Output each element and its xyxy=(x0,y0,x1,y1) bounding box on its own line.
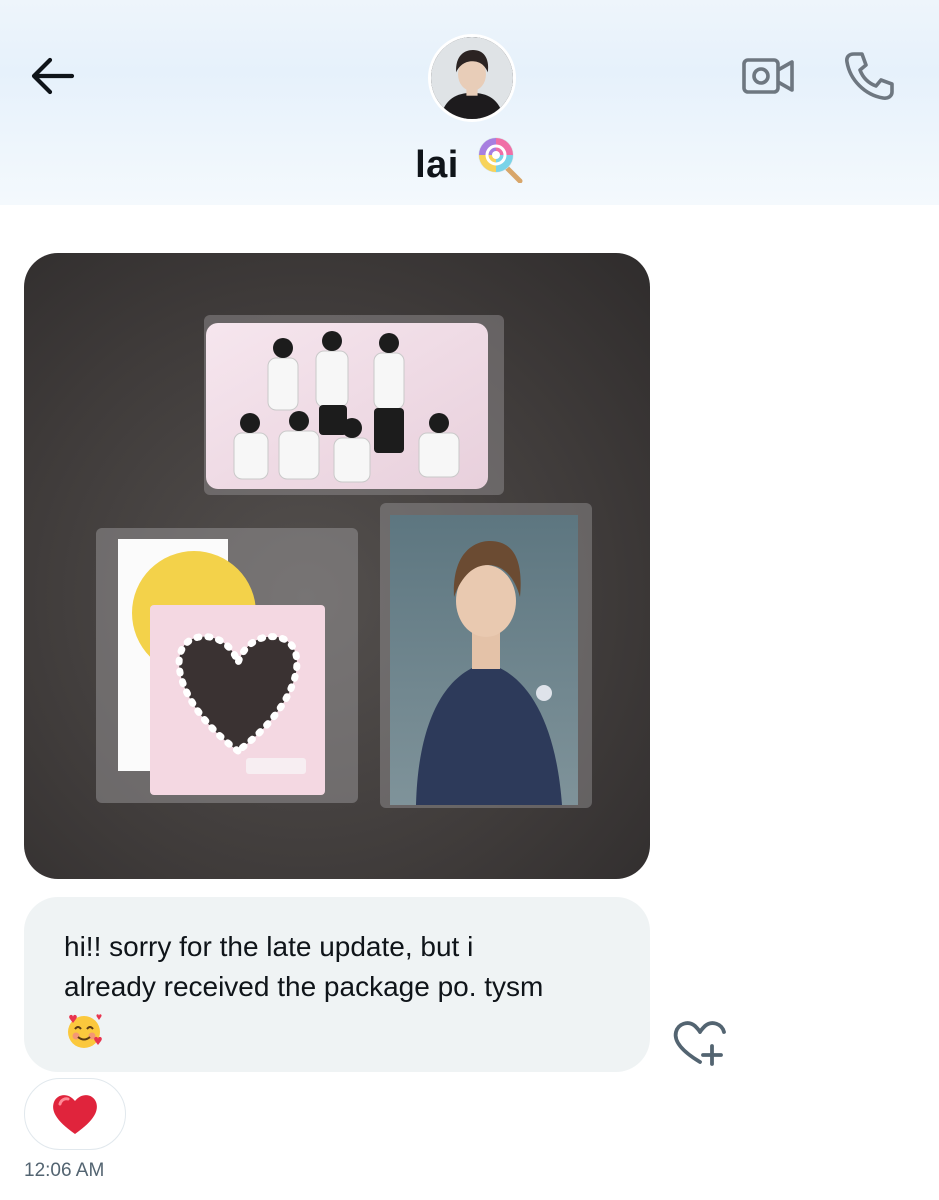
red-heart-icon xyxy=(53,1095,97,1134)
add-reaction-button[interactable] xyxy=(668,1016,732,1070)
reaction-pill[interactable] xyxy=(24,1078,126,1150)
photo-content xyxy=(96,315,592,808)
message-bubble[interactable]: hi!! sorry for the late update, but i al… xyxy=(24,897,650,1072)
message-photo[interactable] xyxy=(24,253,650,879)
phone-icon xyxy=(845,52,894,100)
chat-header: lai xyxy=(0,0,939,205)
contact-name: lai xyxy=(415,144,459,186)
message-timestamp: 12:06 AM xyxy=(24,1160,105,1181)
arrow-left-icon xyxy=(31,57,75,95)
back-button[interactable] xyxy=(24,52,80,100)
contact-name-row[interactable]: lai xyxy=(0,135,939,193)
lollipop-emoji-icon xyxy=(476,135,524,193)
phone-call-button[interactable] xyxy=(840,50,898,102)
message-text-line-2: already received the package po. tysm xyxy=(64,971,544,1002)
avatar[interactable] xyxy=(428,34,516,122)
heart-plus-icon xyxy=(673,1021,726,1066)
smiling-face-with-hearts-icon xyxy=(64,1011,610,1062)
video-camera-icon xyxy=(742,58,794,94)
video-call-button[interactable] xyxy=(740,52,798,100)
message-text-line-1: hi!! sorry for the late update, but i xyxy=(64,931,474,962)
avatar-image xyxy=(431,37,513,119)
